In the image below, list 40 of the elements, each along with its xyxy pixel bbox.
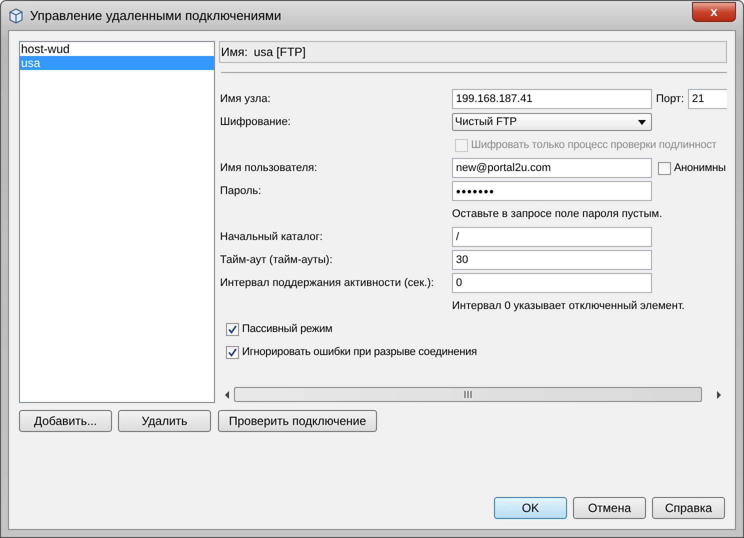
checkbox-label: Игнорировать ошибки при разрыве соединения bbox=[242, 346, 477, 358]
port-label: Порт: bbox=[656, 93, 684, 105]
input-field[interactable]: 199.168.187.41 bbox=[452, 89, 652, 109]
action-button[interactable]: Проверить подключение bbox=[218, 410, 377, 432]
dialog-button[interactable]: Справка bbox=[652, 497, 725, 519]
dialog-button[interactable]: Отмена bbox=[573, 497, 646, 519]
field-label: Имя узла: bbox=[219, 93, 272, 105]
input-field[interactable]: / bbox=[452, 227, 652, 247]
input-field[interactable]: 21 bbox=[688, 89, 727, 109]
right-arrow-icon[interactable] bbox=[715, 390, 723, 400]
dropdown[interactable]: Чистый FTP bbox=[452, 113, 652, 131]
action-button[interactable]: Удалить bbox=[118, 410, 211, 432]
checkbox-label: Шифровать только процесс проверки подлинност bbox=[471, 139, 717, 151]
name-value: usa [FTP] bbox=[254, 45, 306, 59]
left-arrow-icon[interactable] bbox=[223, 390, 231, 400]
password-field[interactable]: ••••••• bbox=[452, 181, 652, 201]
input-field[interactable]: new@portal2u.com bbox=[452, 158, 652, 178]
field-label: Шифрование: bbox=[219, 116, 292, 128]
field-label: Начальный каталог: bbox=[219, 231, 324, 243]
hint-text: Интервал 0 указывает отключенный элемент. bbox=[452, 300, 685, 312]
hint-text: Оставьте в запросе поле пароля пустым. bbox=[452, 208, 662, 220]
input-field[interactable]: 30 bbox=[452, 250, 652, 270]
checkbox-label: Анонимны bbox=[674, 162, 726, 174]
field-label: Пароль: bbox=[219, 185, 262, 197]
checkbox-label: Пассивный режим bbox=[242, 323, 332, 335]
input-field[interactable]: 0 bbox=[452, 273, 652, 293]
dialog-button[interactable]: OK bbox=[494, 497, 567, 519]
name-label: Имя: bbox=[221, 45, 248, 59]
checkbox[interactable] bbox=[226, 346, 239, 358]
checkbox[interactable] bbox=[226, 322, 239, 336]
cube-icon bbox=[8, 8, 24, 24]
window-title: Управление удаленными подключениями bbox=[30, 8, 282, 23]
close-button[interactable]: x bbox=[692, 2, 736, 22]
field-label: Тайм-аут (тайм-ауты): bbox=[219, 254, 334, 266]
list-item[interactable]: host-wud bbox=[20, 42, 214, 56]
field-label: Интервал поддержания активности (сек.): bbox=[219, 277, 435, 289]
field-label: Имя пользователя: bbox=[219, 162, 318, 174]
checkbox[interactable] bbox=[658, 162, 671, 174]
action-button[interactable]: Добавить... bbox=[19, 410, 112, 432]
scroll-thumb[interactable] bbox=[234, 387, 702, 402]
